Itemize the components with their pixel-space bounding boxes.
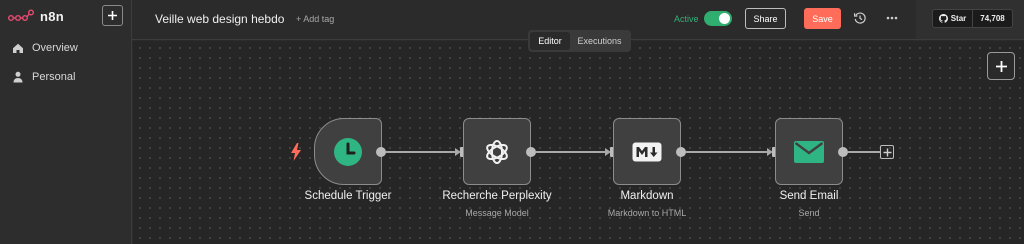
markdown-icon (632, 142, 662, 161)
connection-line[interactable] (386, 151, 456, 153)
active-toggle[interactable] (704, 11, 732, 26)
node-title: Send Email (779, 190, 839, 202)
workflow-title[interactable]: Veille web design hebdo (155, 12, 284, 26)
connection-line[interactable] (848, 151, 880, 153)
node-schedule-trigger[interactable] (314, 118, 382, 185)
github-area: Star 74,708 (916, 0, 1024, 40)
app: n8n Overview Personal Veille web design … (0, 0, 1024, 244)
mode-tabs: Editor Executions (528, 30, 631, 52)
node-title: Schedule Trigger (304, 190, 392, 202)
n8n-logo-icon (8, 9, 34, 21)
home-icon (12, 42, 24, 54)
save-button[interactable]: Save (804, 8, 841, 29)
tab-editor[interactable]: Editor (530, 32, 570, 50)
envelope-icon (794, 140, 824, 163)
node-send-email[interactable] (775, 118, 843, 185)
node-subtitle: Markdown to HTML (607, 208, 687, 218)
node-recherche-perplexity[interactable] (463, 118, 531, 185)
github-icon (938, 14, 948, 23)
node-subtitle: Send (798, 208, 820, 218)
share-button[interactable]: Share (745, 8, 786, 29)
workflow-header: Veille web design hebdo + Add tag Active… (132, 0, 916, 40)
node-title: Markdown (620, 190, 674, 202)
openai-icon (486, 139, 508, 164)
more-options-button[interactable] (885, 11, 899, 25)
sidebar-item-label: Personal (32, 71, 76, 83)
github-star-button[interactable]: Star 74,708 (932, 9, 1020, 28)
plus-icon (108, 11, 117, 20)
active-label: Active (674, 14, 699, 24)
tab-executions[interactable]: Executions (570, 32, 629, 50)
user-icon (12, 71, 24, 83)
node-markdown[interactable] (613, 118, 681, 185)
github-star-label: Star (950, 14, 967, 23)
node-title: Recherche Perplexity (442, 190, 552, 202)
output-handle[interactable] (838, 147, 848, 157)
add-tag-link[interactable]: + Add tag (296, 14, 334, 24)
add-next-node-button[interactable] (880, 145, 894, 159)
output-handle[interactable] (676, 147, 686, 157)
more-horizontal-icon (886, 16, 898, 20)
toggle-knob (719, 13, 730, 24)
github-star-count[interactable]: 74,708 (973, 9, 1013, 28)
plus-icon (883, 148, 891, 156)
connection-line[interactable] (536, 151, 606, 153)
brand[interactable]: n8n (8, 6, 64, 26)
brand-name: n8n (40, 8, 65, 24)
workflow-canvas[interactable] (133, 41, 1024, 244)
output-handle[interactable] (526, 147, 536, 157)
sidebar-item-personal[interactable]: Personal (12, 69, 75, 85)
output-handle[interactable] (376, 147, 386, 157)
node-subtitle: Message Model (465, 208, 529, 218)
create-button[interactable] (102, 5, 123, 26)
connection-line[interactable] (686, 151, 768, 153)
history-button[interactable] (853, 11, 867, 25)
sidebar-item-overview[interactable]: Overview (12, 40, 78, 56)
sidebar-item-label: Overview (32, 42, 78, 54)
github-star[interactable]: Star (932, 9, 973, 28)
history-icon (854, 12, 866, 24)
trigger-bolt-icon (291, 143, 301, 161)
clock-icon (334, 137, 362, 166)
plus-icon (995, 60, 1007, 72)
add-node-button[interactable] (987, 52, 1015, 80)
sidebar: n8n Overview Personal (0, 0, 132, 244)
